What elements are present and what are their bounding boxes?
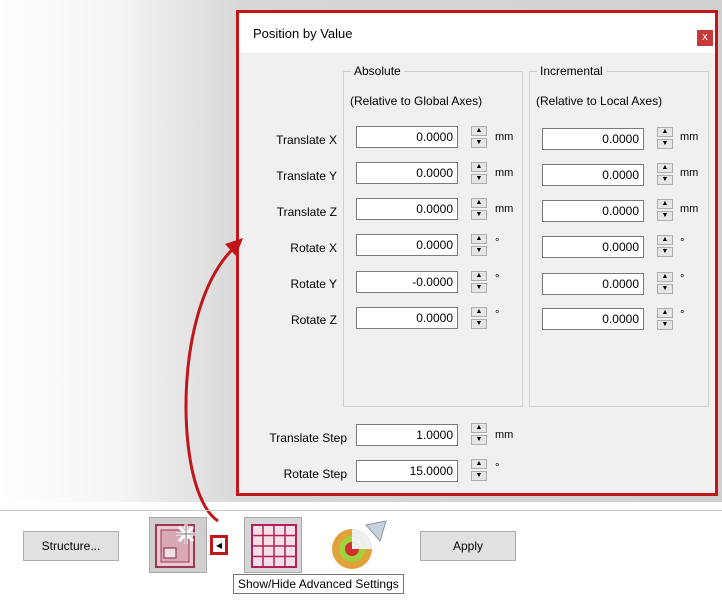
dialog-title: Position by Value	[253, 26, 353, 41]
translate-x-absolute-input[interactable]: 0.0000	[356, 126, 458, 148]
dialog-titlebar: Position by Value x	[239, 13, 715, 53]
rotate-z-absolute-spinner[interactable]: ▲ ▼	[471, 307, 487, 329]
translate-x-incremental-unit: mm	[680, 131, 699, 143]
rotate-z-absolute-unit: °	[495, 309, 500, 321]
rotate-y-label: Rotate Y	[290, 277, 337, 291]
translate-step-label: Translate Step	[269, 431, 347, 445]
arrow-curve	[184, 244, 237, 523]
toolbar-separator	[0, 510, 722, 511]
incremental-group-title: Incremental	[537, 64, 606, 78]
translate-z-incremental-spinner[interactable]: ▲ ▼	[657, 199, 673, 221]
grid-button[interactable]	[244, 517, 302, 573]
translate-x-absolute-spinner[interactable]: ▲ ▼	[471, 126, 487, 148]
rotate-x-absolute-input[interactable]: 0.0000	[356, 234, 458, 256]
structure-button[interactable]: Structure...	[23, 531, 119, 561]
grid-icon	[251, 524, 297, 568]
rotate-step-unit: °	[495, 462, 500, 474]
translate-z-absolute-input[interactable]: 0.0000	[356, 198, 458, 220]
rotate-y-absolute-input[interactable]: -0.0000	[356, 271, 458, 293]
translate-x-absolute-unit: mm	[495, 131, 514, 143]
rotate-y-absolute-spinner[interactable]: ▲ ▼	[471, 271, 487, 293]
translate-y-label: Translate Y	[276, 169, 337, 183]
absolute-group-title: Absolute	[351, 64, 404, 78]
close-button[interactable]: x	[697, 30, 713, 46]
translate-y-incremental-input[interactable]: 0.0000	[542, 164, 644, 186]
absolute-group-subtitle: (Relative to Global Axes)	[350, 94, 483, 108]
rotate-z-incremental-spinner[interactable]: ▲ ▼	[657, 308, 673, 330]
rotate-x-incremental-input[interactable]: 0.0000	[542, 236, 644, 258]
structure-freeze-button[interactable]	[149, 517, 207, 573]
rotate-x-absolute-unit: °	[495, 237, 500, 249]
rotate-z-absolute-input[interactable]: 0.0000	[356, 307, 458, 329]
rotate-step-spinner[interactable]: ▲ ▼	[471, 459, 487, 481]
translate-x-label: Translate X	[276, 133, 337, 147]
translate-z-incremental-unit: mm	[680, 203, 699, 215]
translate-x-incremental-input[interactable]: 0.0000	[542, 128, 644, 150]
rotate-x-absolute-spinner[interactable]: ▲ ▼	[471, 234, 487, 256]
rotate-z-label: Rotate Z	[290, 313, 337, 327]
apply-button[interactable]: Apply	[420, 531, 516, 561]
rotate-step-label: Rotate Step	[283, 467, 347, 481]
translate-z-label: Translate Z	[276, 205, 337, 219]
translate-z-incremental-input[interactable]: 0.0000	[542, 200, 644, 222]
section-view-button[interactable]	[326, 517, 394, 573]
translate-step-unit: mm	[495, 429, 514, 441]
rotate-y-absolute-unit: °	[495, 273, 500, 285]
rotate-z-incremental-unit: °	[680, 309, 685, 321]
translate-z-absolute-spinner[interactable]: ▲ ▼	[471, 198, 487, 220]
translate-y-incremental-unit: mm	[680, 167, 699, 179]
rotate-x-label: Rotate X	[290, 241, 337, 255]
sphere-section-icon	[332, 520, 387, 569]
rotate-step-input[interactable]: 15.0000	[356, 460, 458, 482]
rotate-x-incremental-spinner[interactable]: ▲ ▼	[657, 235, 673, 257]
rotate-x-incremental-unit: °	[680, 237, 685, 249]
rotate-z-incremental-input[interactable]: 0.0000	[542, 308, 644, 330]
rotate-y-incremental-unit: °	[680, 273, 685, 285]
translate-y-absolute-spinner[interactable]: ▲ ▼	[471, 162, 487, 184]
translate-y-absolute-input[interactable]: 0.0000	[356, 162, 458, 184]
translate-z-absolute-unit: mm	[495, 203, 514, 215]
translate-step-spinner[interactable]: ▲ ▼	[471, 423, 487, 445]
rotate-y-incremental-input[interactable]: 0.0000	[542, 273, 644, 295]
show-hide-advanced-toggle[interactable]: ◂	[210, 535, 228, 555]
translate-y-incremental-spinner[interactable]: ▲ ▼	[657, 163, 673, 185]
translate-x-incremental-spinner[interactable]: ▲ ▼	[657, 127, 673, 149]
incremental-group-subtitle: (Relative to Local Axes)	[536, 94, 663, 108]
translate-y-absolute-unit: mm	[495, 167, 514, 179]
translate-step-input[interactable]: 1.0000	[356, 424, 458, 446]
advanced-settings-tooltip: Show/Hide Advanced Settings	[233, 574, 404, 594]
rotate-y-incremental-spinner[interactable]: ▲ ▼	[657, 272, 673, 294]
snowflake-structure-icon	[155, 524, 196, 568]
position-by-value-dialog: Position by Value x Absolute (Relative t…	[236, 10, 718, 496]
